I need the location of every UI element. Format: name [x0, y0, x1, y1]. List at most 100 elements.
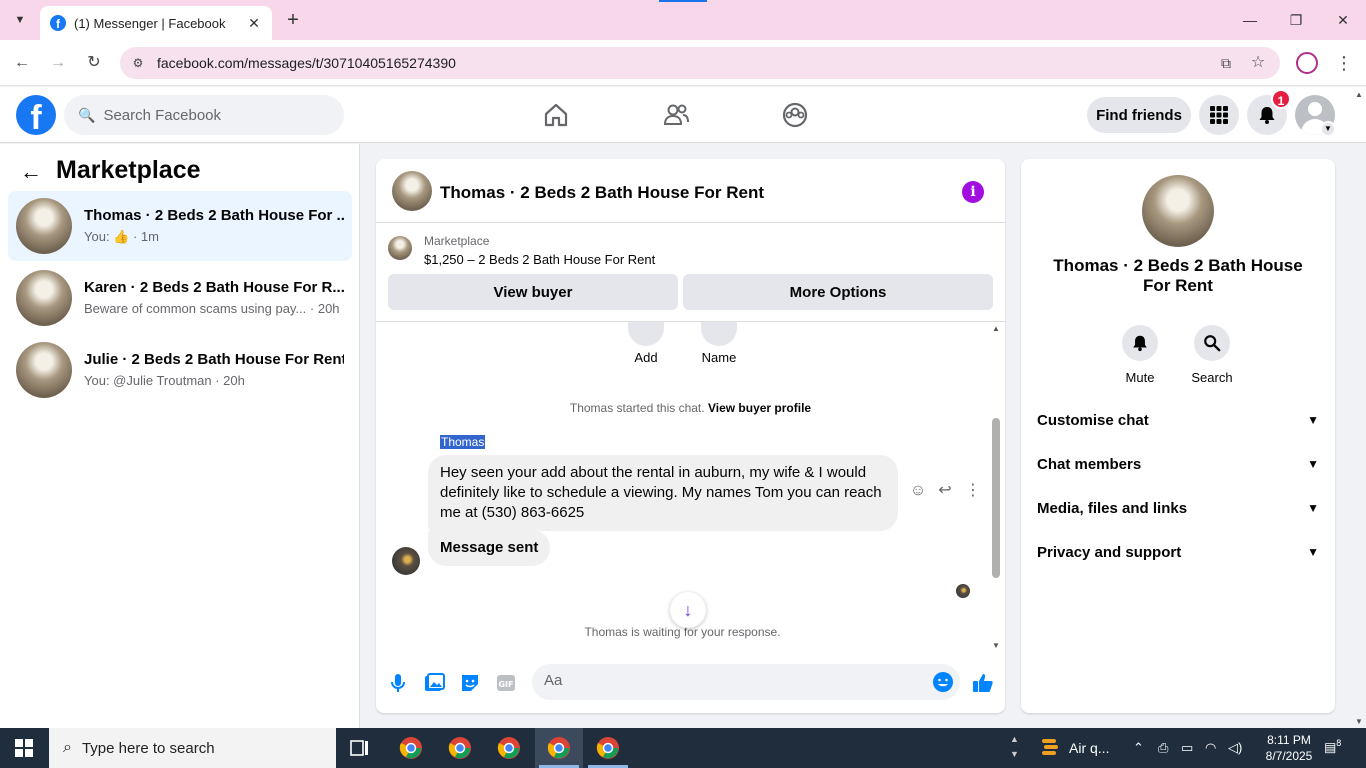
facebook-search[interactable]: 🔍	[64, 95, 344, 135]
view-buyer-button[interactable]: View buyer	[388, 274, 678, 310]
show-hidden-icons-chevron-icon[interactable]: ⌃	[1133, 740, 1144, 756]
section-label: Privacy and support	[1037, 543, 1182, 561]
chrome-icon[interactable]	[596, 736, 620, 760]
reply-icon[interactable]: ↩	[934, 480, 956, 502]
account-chevron-icon[interactable]: ▼	[1320, 121, 1336, 137]
quick-name-action[interactable]: Name	[689, 322, 749, 365]
message-bubble[interactable]: Hey seen your add about the rental in au…	[428, 455, 898, 531]
microphone-icon[interactable]	[386, 671, 410, 695]
task-view-icon[interactable]	[348, 736, 372, 760]
window-close-icon[interactable]: ✕	[1331, 8, 1355, 32]
find-friends-button[interactable]: Find friends	[1087, 97, 1191, 133]
wifi-icon[interactable]: ◠	[1205, 740, 1216, 756]
clock-date: 8/7/2025	[1265, 749, 1313, 763]
section-chat-members[interactable]: Chat members ▼	[1037, 449, 1319, 479]
photo-icon[interactable]	[422, 671, 446, 695]
page-scroll-up-icon[interactable]: ▲	[1355, 90, 1363, 99]
search-action[interactable]: Search	[1182, 325, 1242, 385]
new-tab-button[interactable]: +	[282, 9, 304, 31]
tab-close-icon[interactable]: ✕	[246, 15, 262, 32]
listing-thumbnail	[388, 236, 412, 260]
marketplace-sidebar: ← Marketplace Thomas · 2 Beds 2 Bath Hou…	[0, 144, 360, 728]
friends-icon[interactable]	[662, 101, 690, 129]
bookmark-star-icon[interactable]: ☆	[1248, 53, 1268, 73]
chevron-down-icon: ▼	[1307, 457, 1319, 471]
conversation-preview: Beware of common scams using pay... · 20…	[84, 301, 340, 316]
sender-name: Thomas	[440, 435, 486, 449]
message-input-box[interactable]	[532, 664, 960, 700]
message-list[interactable]: Add Name Thomas started this chat. View …	[376, 322, 1005, 652]
message-bubble[interactable]: Message sent	[428, 530, 551, 566]
taskbar-scroll-chevrons-icon[interactable]: ▲ ▼	[1010, 732, 1019, 762]
taskbar-search[interactable]: ⌕ Type here to search	[49, 728, 336, 768]
react-emoji-icon[interactable]: ☺	[907, 480, 929, 502]
more-options-button[interactable]: More Options	[683, 274, 993, 310]
sticker-icon[interactable]	[458, 671, 482, 695]
home-icon[interactable]	[542, 101, 570, 129]
chrome-icon[interactable]	[497, 736, 521, 760]
listing-title[interactable]: $1,250 – 2 Beds 2 Bath House For Rent	[424, 252, 655, 267]
gif-icon[interactable]: GIF	[494, 671, 518, 695]
back-arrow-icon[interactable]: ←	[10, 51, 34, 75]
site-settings-icon[interactable]: ⚙	[130, 55, 146, 71]
view-buyer-profile-link[interactable]: View buyer profile	[708, 401, 811, 415]
facebook-search-input[interactable]	[103, 106, 324, 124]
emoji-icon[interactable]	[932, 671, 954, 693]
windows-taskbar: ⌕ Type here to search ▲ ▼ Air q... ⌃ ⎙ ▭ …	[0, 728, 1366, 768]
page-scrollbar[interactable]: ▲ ▼	[1352, 88, 1366, 728]
conversation-name: Julie · 2 Beds 2 Bath House For Rent	[84, 351, 344, 368]
details-avatar[interactable]	[1142, 175, 1214, 247]
mute-label: Mute	[1125, 370, 1155, 385]
system-clock[interactable]: 8:11 PM 8/7/2025	[1254, 732, 1324, 764]
info-icon[interactable]: i	[962, 181, 984, 203]
browser-tab-messenger[interactable]: f (1) Messenger | Facebook ✕	[40, 6, 272, 40]
forward-arrow-icon[interactable]: →	[46, 51, 70, 75]
url-text[interactable]: facebook.com/messages/t/3071040516527439…	[157, 55, 456, 71]
action-center-icon[interactable]: ▤8	[1324, 738, 1346, 758]
chrome-icon[interactable]	[399, 736, 423, 760]
reload-icon[interactable]: ↻	[82, 51, 106, 75]
scroll-down-arrow-icon[interactable]: ↓	[670, 592, 706, 628]
section-label: Chat members	[1037, 455, 1142, 473]
scroll-up-arrow-icon[interactable]: ▲	[992, 324, 1000, 333]
mute-action[interactable]: Mute	[1110, 325, 1170, 385]
air-quality-text[interactable]: Air q...	[1069, 740, 1109, 756]
facebook-logo-icon[interactable]: f	[16, 95, 56, 135]
chat-avatar[interactable]	[392, 171, 432, 211]
back-arrow-icon[interactable]: ←	[20, 160, 44, 184]
volume-icon[interactable]: ◁)	[1228, 740, 1242, 756]
scrollbar-thumb[interactable]	[992, 418, 1000, 578]
scroll-down-small-arrow-icon[interactable]: ▼	[992, 641, 1000, 650]
install-app-icon[interactable]: ⧉	[1216, 53, 1236, 73]
chat-title[interactable]: Thomas · 2 Beds 2 Bath House For Rent	[440, 183, 764, 203]
page-scroll-down-icon[interactable]: ▼	[1355, 717, 1363, 726]
browser-menu-icon[interactable]: ⋮	[1334, 51, 1354, 75]
restore-icon[interactable]: ❐	[1284, 8, 1308, 32]
browser-profile-icon[interactable]	[1296, 52, 1318, 74]
address-bar[interactable]: ⚙ facebook.com/messages/t/30710405165274…	[120, 47, 1280, 79]
conversation-item[interactable]: Karen · 2 Beds 2 Bath House For R... Bew…	[8, 263, 352, 333]
groups-icon[interactable]	[781, 101, 809, 129]
tab-search-chevron-icon[interactable]: ▼	[6, 8, 34, 32]
windows-start-icon[interactable]	[0, 728, 48, 768]
minimize-icon[interactable]: —	[1238, 8, 1262, 32]
section-media-files-links[interactable]: Media, files and links ▼	[1037, 493, 1319, 523]
chrome-icon[interactable]	[547, 736, 571, 760]
browser-tab-strip: ▼ f (1) Messenger | Facebook ✕ + — ❐ ✕	[0, 0, 1366, 40]
conversation-item[interactable]: Thomas · 2 Beds 2 Bath House For ... You…	[8, 191, 352, 261]
chrome-icon[interactable]	[448, 736, 472, 760]
quick-add-action[interactable]: Add	[616, 322, 676, 365]
search-icon: ⌕	[63, 739, 72, 756]
menu-grid-button[interactable]	[1199, 95, 1239, 135]
sender-avatar	[392, 547, 420, 575]
meet-now-icon[interactable]: ⎙	[1158, 740, 1168, 756]
more-actions-icon[interactable]: ⋮	[962, 480, 984, 502]
chat-scrollbar[interactable]: ▲ ▼	[989, 322, 1003, 652]
message-input[interactable]	[544, 672, 914, 689]
battery-icon[interactable]: ▭	[1181, 740, 1193, 756]
thumbs-up-icon[interactable]	[971, 671, 995, 695]
air-quality-icon[interactable]	[1038, 736, 1062, 760]
section-customise-chat[interactable]: Customise chat ▼	[1037, 405, 1319, 435]
section-privacy-support[interactable]: Privacy and support ▼	[1037, 537, 1319, 567]
conversation-item[interactable]: Julie · 2 Beds 2 Bath House For Rent You…	[8, 335, 352, 405]
